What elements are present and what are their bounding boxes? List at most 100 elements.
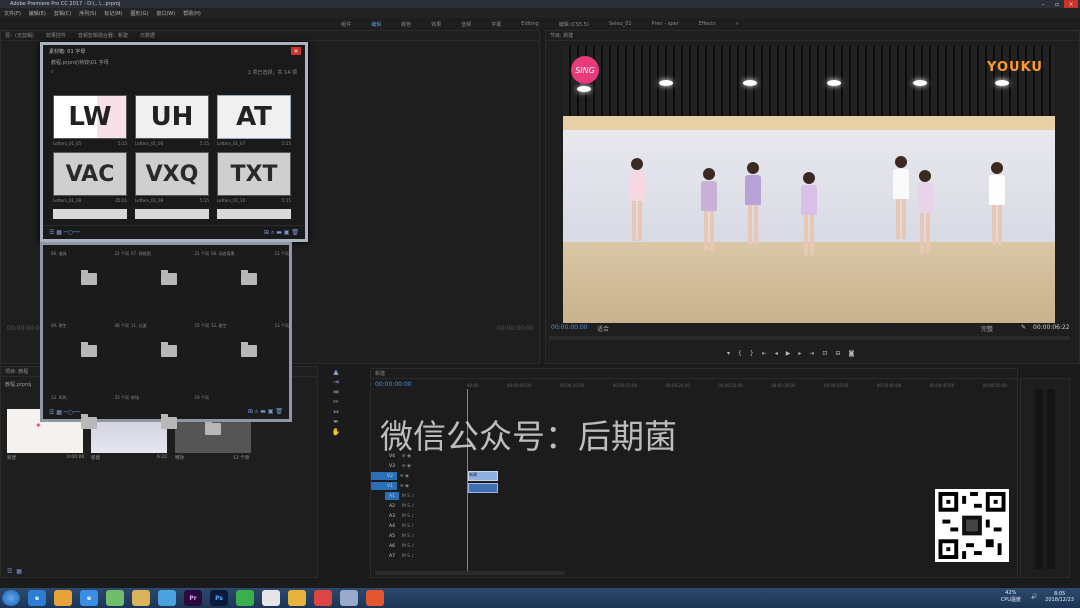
video-clip[interactable]: 新建 [468, 471, 498, 481]
fit-dropdown[interactable]: 适合 [597, 324, 609, 333]
workspace-tab[interactable]: 效果 [431, 21, 441, 28]
bin-folder-window[interactable]: 06. 道具 22 个项 07. 线框图 21 个项 08. 动态背景 12 个项 0… [40, 242, 292, 429]
workspace-tab[interactable]: 颜色 [401, 21, 411, 28]
folder-item[interactable]: 12. 星空 13 个项 [211, 323, 289, 377]
track-label[interactable]: A7 [385, 552, 399, 560]
workspace-tab[interactable]: Seleu_01 [609, 21, 632, 27]
list-view-icon[interactable]: ☰ [7, 568, 12, 575]
menu-sequence[interactable]: 序列(S) [79, 10, 96, 17]
ripple-edit-icon[interactable]: ⇹ [333, 388, 339, 396]
folder-item[interactable]: 09. 原生 46 个项 [51, 323, 129, 377]
minimize-button[interactable]: – [1036, 0, 1050, 8]
workspace-tab[interactable]: 音频 [461, 21, 471, 28]
taskbar-photoshop-icon[interactable]: Ps [210, 590, 228, 606]
search-icon[interactable]: ⌕ [51, 69, 54, 75]
close-button[interactable]: × [1064, 0, 1078, 8]
bin-close-button[interactable]: × [291, 47, 301, 55]
tab-effect-controls[interactable]: 效果控件 [46, 32, 66, 39]
bin-thumbnail[interactable]: LW Letters_01_05 5:15 [53, 95, 127, 146]
selection-tool-icon[interactable]: ▲ [333, 368, 338, 376]
wrench-icon[interactable]: ✎ [1021, 324, 1026, 331]
folder-item[interactable]: 13. 叫叫 33 个项 [51, 395, 129, 449]
tray-date[interactable]: 2018/12/23 [1045, 597, 1074, 603]
workspace-tab[interactable]: Editing [521, 21, 538, 27]
icon-view-icon[interactable]: ▦ [16, 568, 22, 575]
track-label[interactable]: V1 [383, 482, 397, 490]
audio-clip[interactable] [468, 483, 498, 493]
menu-graphics[interactable]: 图形(G) [131, 10, 149, 17]
bin-thumbnail[interactable]: VXQ Letters_01_09 5:15 [135, 152, 209, 203]
program-video-frame[interactable]: SING YOUKU [563, 46, 1055, 323]
folder-item[interactable]: 08. 动态背景 12 个项 [211, 251, 289, 305]
taskbar-folder-icon[interactable] [132, 590, 150, 606]
folder-item[interactable]: 转场 19 个项 [131, 395, 209, 449]
tab-metadata[interactable]: 元数据 [140, 32, 155, 39]
in-point-icon[interactable]: { [738, 350, 742, 357]
quality-dropdown[interactable]: 完整 [981, 324, 993, 333]
track-label[interactable]: A5 [385, 532, 399, 540]
thumb-partial[interactable] [53, 209, 127, 219]
extract-icon[interactable]: ⊟ [835, 350, 840, 357]
taskbar-app-icon[interactable] [366, 590, 384, 606]
program-scrubber[interactable] [549, 336, 1069, 340]
track-label[interactable]: A3 [385, 512, 399, 520]
go-to-in-icon[interactable]: ⇤ [762, 350, 767, 357]
taskbar-app-icon[interactable] [236, 590, 254, 606]
menu-edit[interactable]: 编辑(E) [29, 10, 46, 17]
workspace-menu-icon[interactable]: » [736, 21, 739, 27]
folder-item[interactable]: 07. 线框图 21 个项 [131, 251, 209, 305]
menu-help[interactable]: 帮助(H) [183, 10, 201, 17]
workspace-tab[interactable]: 编辑 (CS5.5) [559, 21, 589, 28]
slip-icon[interactable]: ⇔ [333, 408, 339, 416]
program-timecode[interactable]: 00:00:00:00 [551, 324, 588, 331]
timeline-scrollbar[interactable] [375, 571, 565, 575]
timeline-timecode[interactable]: 00:00:00:00 [375, 381, 412, 388]
taskbar-app-ie-icon[interactable]: e [80, 590, 98, 606]
export-frame-icon[interactable]: ◙ [848, 350, 854, 357]
volume-icon[interactable]: 🔊 [1031, 594, 1037, 600]
workspace-tab[interactable]: Effects [699, 21, 716, 27]
track-label[interactable]: A6 [385, 542, 399, 550]
pen-icon[interactable]: ✒ [333, 418, 339, 426]
lift-icon[interactable]: ⊡ [822, 350, 827, 357]
list-view-icon[interactable]: ☰ ▦ ─○── [49, 409, 80, 416]
taskbar-app-icon[interactable] [158, 590, 176, 606]
folder-item[interactable]: 06. 道具 22 个项 [51, 251, 129, 305]
tab-audio-mixer[interactable]: 音频剪辑混合器：新建 [78, 32, 128, 39]
thumb-partial[interactable] [135, 209, 209, 219]
folder-item[interactable]: 11. 过渡 15 个项 [131, 323, 209, 377]
workspace-tab[interactable]: 字幕 [491, 21, 501, 28]
razor-icon[interactable]: ✂ [333, 398, 339, 406]
taskbar-app-ie-icon[interactable]: e [28, 590, 46, 606]
taskbar-chrome-icon[interactable] [288, 590, 306, 606]
track-label[interactable]: V2 [383, 472, 397, 480]
bin-thumbnail-selected[interactable]: AT Letters_01_07 5:15 [217, 95, 291, 146]
menu-marker[interactable]: 标记(M) [104, 10, 122, 17]
workspace-tab[interactable]: Prev - xper [652, 21, 679, 27]
bin-thumbnail[interactable]: UH Letters_01_06 5:15 [135, 95, 209, 146]
track-label[interactable]: V3 [385, 462, 399, 470]
maximize-button[interactable]: ▫ [1050, 0, 1064, 8]
taskbar-app-icon[interactable] [340, 590, 358, 606]
track-label[interactable]: A1 [385, 492, 399, 500]
step-forward-icon[interactable]: ▸ [798, 350, 801, 357]
workspace-tab-active[interactable]: 编辑 [371, 21, 381, 28]
track-label[interactable]: A4 [385, 522, 399, 530]
taskbar-app-icon[interactable] [262, 590, 280, 606]
taskbar-app-icon[interactable] [314, 590, 332, 606]
menu-clip[interactable]: 剪辑(C) [54, 10, 71, 17]
taskbar-app-icon[interactable] [54, 590, 72, 606]
taskbar-app-icon[interactable] [106, 590, 124, 606]
track-select-icon[interactable]: ⇥ [333, 378, 339, 386]
out-point-icon[interactable]: } [750, 350, 754, 357]
track-label[interactable]: A2 [385, 502, 399, 510]
menu-file[interactable]: 文件(F) [4, 10, 21, 17]
tab-project[interactable]: 项目: 教程 [5, 368, 28, 375]
bin-thumbnail[interactable]: TXT Letters_01_10 5:15 [217, 152, 291, 203]
bin-window[interactable]: 素材箱: 01 字母 × 教程.prproj\特效\01 字母 ⌕ 1 项已选择… [40, 42, 308, 242]
list-view-icon[interactable]: ☰ ▦ ─○── [49, 229, 80, 236]
step-back-icon[interactable]: ◂ [775, 350, 778, 357]
menu-window[interactable]: 窗口(W) [156, 10, 175, 17]
go-to-out-icon[interactable]: ⇥ [809, 350, 814, 357]
tab-program[interactable]: 节目: 新建 [550, 32, 573, 39]
